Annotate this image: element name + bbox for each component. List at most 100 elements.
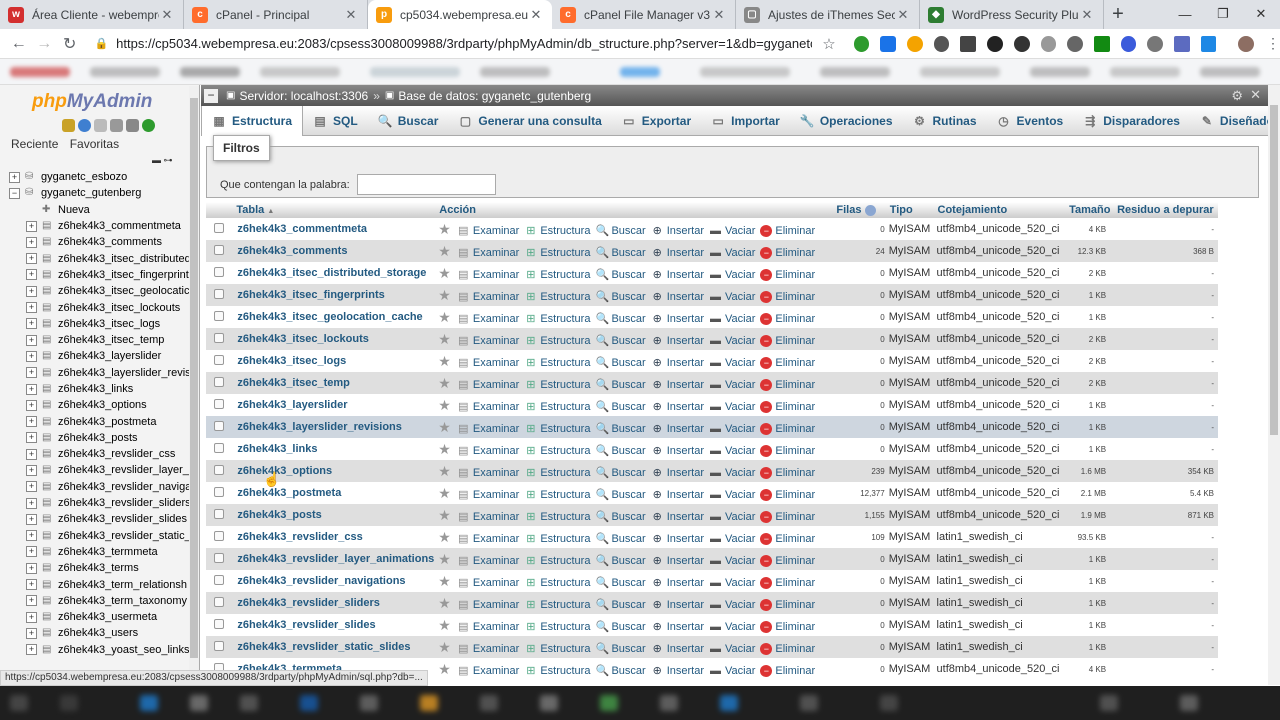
tree-table[interactable]: + ▤ z6hek4k3_postmeta <box>0 413 190 429</box>
structure-action[interactable]: ⊞ Estructura <box>524 247 590 259</box>
insert-action[interactable]: ⊕ Insertar <box>651 291 704 303</box>
drop-action[interactable]: − Eliminar <box>760 312 815 325</box>
row-checkbox[interactable] <box>214 332 224 343</box>
insert-action[interactable]: ⊕ Insertar <box>651 313 704 325</box>
insert-action[interactable]: ⊕ Insertar <box>651 599 704 611</box>
favorite-star-icon[interactable]: ★ <box>438 331 451 347</box>
tab-close-icon[interactable]: ✕ <box>528 7 544 23</box>
tree-table[interactable]: + ▤ z6hek4k3_term_taxonomy <box>0 593 190 609</box>
table-size[interactable]: 4 KB <box>1066 218 1115 240</box>
browse-action[interactable]: ▤ Examinar <box>457 533 519 545</box>
tab-close-icon[interactable]: ✕ <box>159 7 175 23</box>
expand-icon[interactable]: + <box>26 448 37 460</box>
empty-action[interactable]: ▬ Vaciar <box>709 269 755 281</box>
insert-action[interactable]: ⊕ Insertar <box>651 423 704 435</box>
reload-icon[interactable]: ↻ <box>57 34 82 54</box>
tree-table[interactable]: + ▤ z6hek4k3_yoast_seo_links <box>0 642 190 658</box>
close-icon[interactable]: ✕ <box>1250 87 1261 103</box>
structure-action[interactable]: ⊞ Estructura <box>524 269 590 281</box>
insert-action[interactable]: ⊕ Insertar <box>651 247 704 259</box>
favorite-star-icon[interactable]: ★ <box>438 463 451 479</box>
favorite-star-icon[interactable]: ★ <box>438 375 451 391</box>
drop-action[interactable]: − Eliminar <box>760 510 815 523</box>
table-row[interactable]: z6hek4k3_options ★ ▤ Examinar ⊞ Estructura 🔍 Bu… <box>206 460 1218 482</box>
tab-sql[interactable]: ▤ SQL <box>303 106 368 136</box>
tree-table[interactable]: + ▤ z6hek4k3_itsec_temp <box>0 332 190 348</box>
browse-action[interactable]: ▤ Examinar <box>457 621 519 633</box>
browse-action[interactable]: ▤ Examinar <box>457 401 519 413</box>
search-action[interactable]: 🔍 Buscar <box>595 665 645 677</box>
extension-icon[interactable] <box>960 35 977 52</box>
column-header-rows[interactable]: Filas <box>833 202 887 218</box>
insert-action[interactable]: ⊕ Insertar <box>651 467 704 479</box>
insert-action[interactable]: ⊕ Insertar <box>651 269 704 281</box>
search-action[interactable]: 🔍 Buscar <box>595 555 645 567</box>
column-header-overhead[interactable]: Residuo a depurar <box>1114 202 1218 218</box>
expand-icon[interactable]: + <box>26 416 37 428</box>
drop-action[interactable]: − Eliminar <box>760 642 815 655</box>
tree-table[interactable]: + ▤ z6hek4k3_layerslider_revis <box>0 365 191 381</box>
new-tab-button[interactable]: + <box>1104 0 1132 29</box>
table-name-link[interactable]: z6hek4k3_itsec_geolocation_cache <box>233 306 437 328</box>
empty-action[interactable]: ▬ Vaciar <box>709 511 755 523</box>
tab-disparadores[interactable]: ⇶ Disparadores <box>1073 106 1190 136</box>
expand-icon[interactable]: + <box>9 171 20 183</box>
tree-table[interactable]: + ▤ z6hek4k3_revslider_static_ <box>0 528 191 544</box>
empty-action[interactable]: ▬ Vaciar <box>709 621 755 633</box>
table-row[interactable]: z6hek4k3_layerslider ★ ▤ Examinar ⊞ Estructur… <box>206 394 1218 416</box>
search-action[interactable]: 🔍 Buscar <box>595 291 645 303</box>
extension-icon[interactable] <box>933 35 950 52</box>
browse-action[interactable]: ▤ Examinar <box>457 357 519 369</box>
expand-icon[interactable]: + <box>26 367 37 379</box>
insert-action[interactable]: ⊕ Insertar <box>651 665 704 677</box>
drop-action[interactable]: − Eliminar <box>760 268 815 281</box>
row-checkbox[interactable] <box>214 354 224 365</box>
table-name-link[interactable]: z6hek4k3_layerslider <box>233 394 437 416</box>
expand-icon[interactable]: + <box>26 318 37 330</box>
expand-icon[interactable]: + <box>26 350 37 362</box>
expand-icon[interactable]: + <box>26 302 37 314</box>
search-action[interactable]: 🔍 Buscar <box>595 489 645 501</box>
expand-icon[interactable]: + <box>26 383 37 395</box>
structure-action[interactable]: ⊞ Estructura <box>524 291 590 303</box>
tree-table[interactable]: + ▤ z6hek4k3_revslider_css <box>0 446 190 462</box>
tab-generar-una-consulta[interactable]: ▢ Generar una consulta <box>448 106 611 136</box>
insert-action[interactable]: ⊕ Insertar <box>651 489 704 501</box>
favorite-star-icon[interactable]: ★ <box>438 441 451 457</box>
favorite-star-icon[interactable]: ★ <box>438 507 451 523</box>
extension-icon[interactable] <box>1147 35 1163 52</box>
table-size[interactable]: 2 KB <box>1066 372 1115 394</box>
empty-action[interactable]: ▬ Vaciar <box>709 335 755 347</box>
table-row[interactable]: z6hek4k3_revslider_static_slides ★ ▤ Examin… <box>206 636 1218 658</box>
tree-table[interactable]: + ▤ z6hek4k3_options <box>0 397 190 413</box>
row-checkbox[interactable] <box>214 310 224 321</box>
settings-icon[interactable] <box>126 119 139 132</box>
expand-icon[interactable]: + <box>26 530 37 542</box>
table-row[interactable]: z6hek4k3_postmeta ★ ▤ Examinar ⊞ Estructura 🔍 B… <box>206 482 1218 504</box>
search-action[interactable]: 🔍 Buscar <box>595 621 645 633</box>
expand-icon[interactable]: + <box>26 399 37 411</box>
breadcrumb-database[interactable]: Base de datos: gyganetc_gutenberg <box>398 89 591 103</box>
empty-action[interactable]: ▬ Vaciar <box>709 489 755 501</box>
bookmark-star-icon[interactable]: ☆ <box>822 35 835 53</box>
empty-action[interactable]: ▬ Vaciar <box>709 423 755 435</box>
table-name-link[interactable]: z6hek4k3_revslider_layer_animations <box>233 548 437 570</box>
search-action[interactable]: 🔍 Buscar <box>595 335 645 347</box>
favorite-star-icon[interactable]: ★ <box>438 419 451 435</box>
empty-action[interactable]: ▬ Vaciar <box>709 577 755 589</box>
favorite-star-icon[interactable]: ★ <box>438 287 451 303</box>
extension-icon[interactable] <box>1093 35 1110 52</box>
row-checkbox[interactable] <box>214 288 224 299</box>
browse-action[interactable]: ▤ Examinar <box>457 445 519 457</box>
table-size[interactable]: 12.3 KB <box>1066 240 1115 262</box>
tree-table[interactable]: + ▤ z6hek4k3_itsec_lockouts <box>0 299 190 315</box>
gear-icon[interactable]: ⚙ <box>1231 88 1243 104</box>
collapse-all-icon[interactable]: ▬ ⊶ <box>152 155 173 166</box>
tree-table[interactable]: + ▤ z6hek4k3_links <box>0 381 190 397</box>
row-checkbox[interactable] <box>214 618 224 629</box>
table-name-link[interactable]: z6hek4k3_revslider_navigations <box>233 570 437 592</box>
drop-action[interactable]: − Eliminar <box>760 444 815 457</box>
table-size[interactable]: 2.1 MB <box>1066 482 1115 504</box>
structure-action[interactable]: ⊞ Estructura <box>524 445 590 457</box>
row-checkbox[interactable] <box>214 508 224 519</box>
